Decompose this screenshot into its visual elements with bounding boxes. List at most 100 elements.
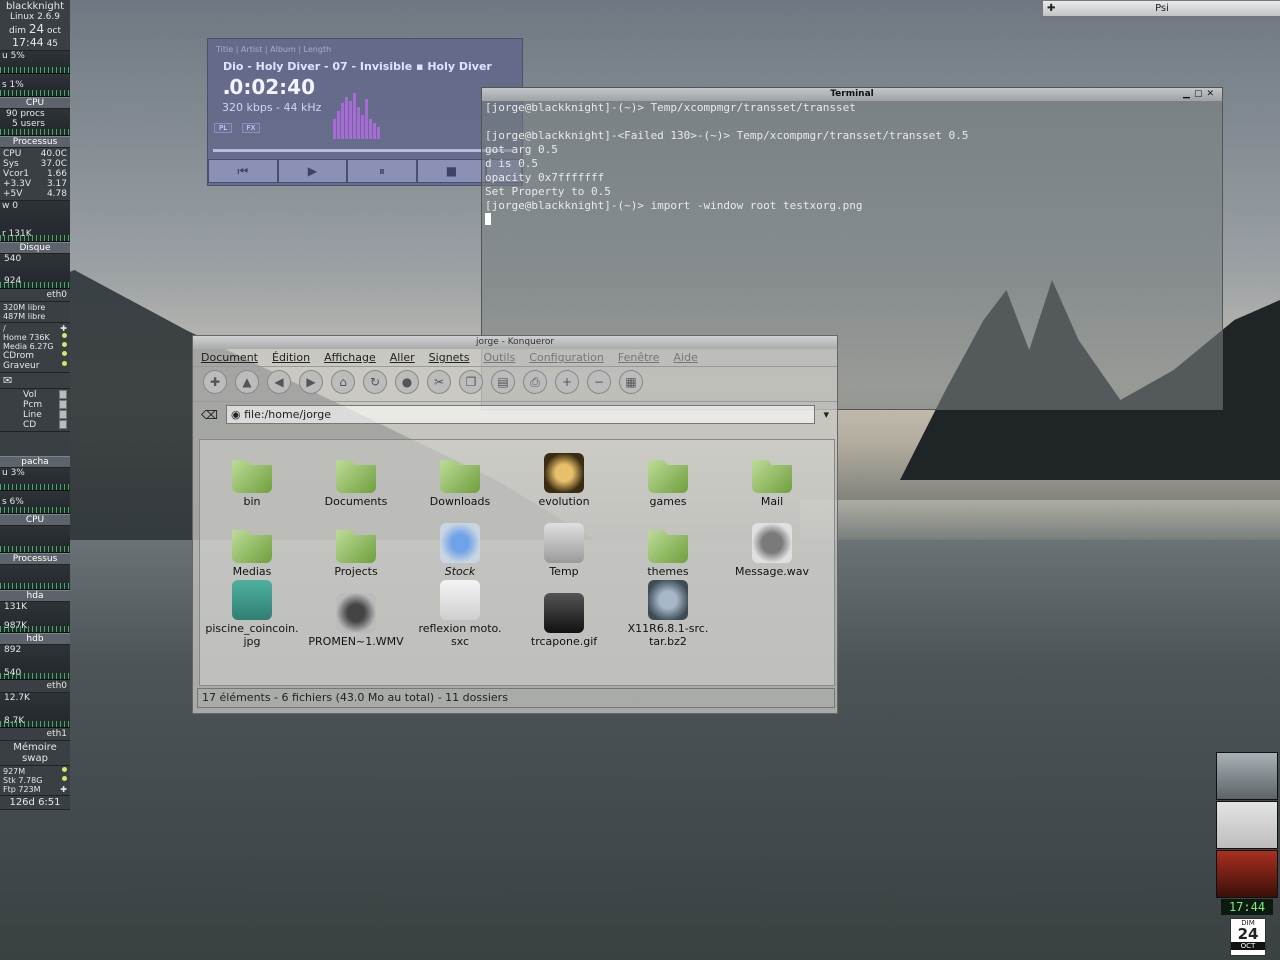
gk-io-graph[interactable]: w 0 r 131K [0,201,70,242]
gk-pacha-proc-graph[interactable] [0,526,70,553]
minimize-icon[interactable]: ▁ [1183,89,1194,99]
previous-track-icon[interactable]: ⏮ [208,159,278,183]
gk-volt-value: 1.66 [46,169,67,179]
gk-mail[interactable]: ✉ [0,373,70,389]
file-item-games[interactable]: games [616,440,720,510]
file-item-evolution[interactable]: evolution [512,440,616,510]
file-item-message-wav[interactable]: Message.wav [720,510,824,580]
terminal-output[interactable]: [jorge@blackknight]-(~)> Temp/xcompmgr/t… [482,101,1222,229]
folder-icon [648,530,688,563]
view-mode-icon[interactable]: ▦ [619,370,643,394]
paste-icon[interactable]: ▤ [491,370,515,394]
gk-mount-cdrom[interactable]: CDrom [3,351,67,361]
file-item-themes[interactable]: themes [616,510,720,580]
maximize-icon[interactable]: ▢ [1194,89,1207,99]
gk-mixer-pcm[interactable]: Pcm [3,400,67,410]
location-input[interactable]: ◉ file:/home/jorge [225,405,816,424]
gk-store-3[interactable]: Ftp 723M ✚ [3,785,67,794]
stop-icon[interactable]: ■ [416,159,487,183]
gk-pacha-cpu-graph[interactable]: u 3% [0,468,70,491]
gk-mixer-line[interactable]: Line [3,410,67,420]
file-item-reflexion-moto-sxc[interactable]: reflexion moto. sxc [408,580,512,650]
up-arrow-icon[interactable]: ▲ [235,370,259,394]
menu-fenetre[interactable]: Fenêtre [618,351,660,364]
mixer-slider[interactable] [59,390,67,399]
seek-bar[interactable] [213,149,513,152]
mixer-slider[interactable] [59,400,67,409]
gk-free2: 487M libre [3,312,46,321]
home-icon[interactable]: ⌂ [331,370,355,394]
print-icon[interactable]: ⎙ [523,370,547,394]
terminal-titlebar[interactable]: Terminal ▁▢✕ [482,88,1222,101]
forward-arrow-icon[interactable]: ▶ [299,370,323,394]
gk-store-1[interactable]: 927M [3,767,67,776]
cut-icon[interactable]: ✂ [427,370,451,394]
gk-proc-graph[interactable]: 90 procs 5 users [0,109,70,136]
clear-location-icon[interactable]: ⌫ [201,408,218,422]
file-name: Medias [232,565,272,578]
close-icon[interactable]: ✕ [1206,89,1218,99]
pin-icon[interactable]: ✚ [1047,1,1055,16]
zoom-out-icon[interactable]: − [587,370,611,394]
konqueror-titlebar[interactable]: jorge - Konqueror [193,336,837,349]
desktop-thumb-2[interactable] [1216,801,1278,849]
file-item-x11r6-8-1-src-tar-bz2[interactable]: X11R6.8.1-src. tar.bz2 [616,580,720,650]
menu-affichage[interactable]: Affichage [324,351,376,364]
new-tab-icon[interactable]: ✚ [203,370,227,394]
gk-pacha-proc-graph-2[interactable] [0,565,70,590]
file-view[interactable]: bin Documents Downloads evolution games Mail M… [199,439,835,686]
expand-icon[interactable]: ✚ [60,324,67,333]
file-item-medias[interactable]: Medias [200,510,304,580]
gk-mount-home[interactable]: Home 736K [3,333,67,342]
location-value: file:/home/jorge [244,408,331,421]
mixer-slider[interactable] [59,420,67,429]
file-item-stock[interactable]: Stock [408,510,512,580]
fx-toggle-button[interactable]: FX [241,123,261,133]
play-icon[interactable]: ▶ [277,159,348,183]
gk-hdb-graph[interactable]: 892 540 [0,645,70,680]
konqueror-title: jorge - Konqueror [475,337,555,347]
reload-icon[interactable]: ↻ [363,370,387,394]
file-item-temp[interactable]: Temp [512,510,616,580]
gk-disk-graph[interactable]: 540 924 [0,254,70,289]
mixer-slider[interactable] [59,410,67,419]
gk-cpu-graph-2[interactable]: s 1% [0,74,70,97]
zoom-in-icon[interactable]: + [555,370,579,394]
gk-mount-graveur[interactable]: Graveur [3,361,67,371]
menu-outils[interactable]: Outils [483,351,515,364]
file-item-mail[interactable]: Mail [720,440,824,510]
gk-eth0-graph[interactable]: 12.7K 8.7K [0,693,70,728]
file-item-promen-1-wmv[interactable]: PROMEN~1.WMV [304,580,408,650]
gk-pacha-cpu-graph-2[interactable]: s 6% [0,491,70,514]
file-item-trcapone-gif[interactable]: trcapone.gif [512,580,616,650]
desktop-thumb-1[interactable] [1216,752,1278,800]
file-item-piscine-coincoin-jpg[interactable]: piscine_coincoin. jpg [200,580,304,650]
psi-window-titlebar[interactable]: ✚ Psi [1042,0,1280,17]
back-arrow-icon[interactable]: ◀ [267,370,291,394]
gk-mount-media[interactable]: Media 6.27G [3,342,67,351]
gk-hda-graph[interactable]: 131K 987K [0,602,70,633]
menu-signets[interactable]: Signets [429,351,470,364]
gk-mixer-vol[interactable]: Vol [3,390,67,400]
menu-configuration[interactable]: Configuration [529,351,604,364]
pause-icon[interactable]: ⏸ [347,159,417,183]
gk-cpu-graph[interactable]: u 5% [0,51,70,74]
desktop-thumb-3[interactable] [1216,850,1278,898]
file-name: reflexion moto. sxc [418,622,502,648]
calendar-widget[interactable]: DIM 24 OCT [1230,918,1266,956]
file-item-documents[interactable]: Documents [304,440,408,510]
expand-icon[interactable]: ✚ [60,785,67,794]
gk-store-2[interactable]: Stk 7.78G [3,776,67,785]
chevron-down-icon[interactable]: ▾ [823,408,829,421]
playlist-toggle-button[interactable]: PL [214,123,233,133]
menu-edition[interactable]: Édition [272,351,310,364]
gk-mixer-cd[interactable]: CD [3,420,67,430]
menu-aller[interactable]: Aller [390,351,415,364]
menu-aide[interactable]: Aide [673,351,697,364]
menu-document[interactable]: Document [201,351,258,364]
copy-icon[interactable]: ❐ [459,370,483,394]
file-item-downloads[interactable]: Downloads [408,440,512,510]
file-item-bin[interactable]: bin [200,440,304,510]
file-item-projects[interactable]: Projects [304,510,408,580]
stop-icon[interactable]: ● [395,370,419,394]
